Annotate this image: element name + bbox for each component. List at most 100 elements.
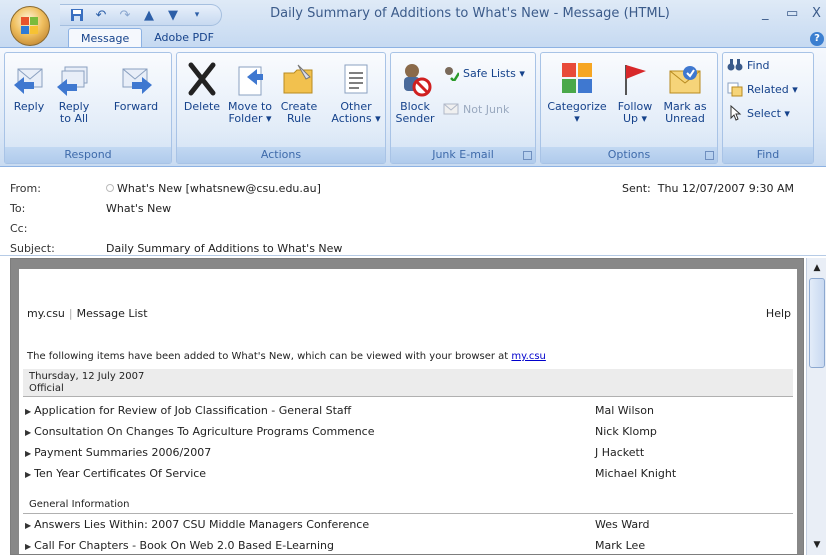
to-label: To:: [10, 202, 26, 215]
item-author: J Hackett: [595, 446, 645, 459]
forward-button[interactable]: Forward: [111, 61, 161, 113]
delete-button[interactable]: Delete: [181, 61, 223, 113]
redo-icon[interactable]: ↷: [118, 8, 132, 23]
list-item[interactable]: ▶ Application for Review of Job Classific…: [23, 400, 793, 421]
section-title-general-information: General Information: [23, 496, 793, 514]
close-button[interactable]: X: [812, 6, 821, 21]
expand-triangle-icon: ▶: [25, 542, 32, 551]
related-icon: [727, 81, 743, 97]
restore-button[interactable]: ▭: [786, 6, 798, 21]
date-bar: Thursday, 12 July 2007 Official: [23, 369, 793, 397]
expand-triangle-icon: ▶: [25, 521, 32, 530]
follow-up-button[interactable]: Follow Up ▾: [615, 61, 655, 125]
nav-message-list[interactable]: Message List: [77, 307, 148, 320]
scroll-up-arrow-icon[interactable]: ▲: [809, 260, 825, 276]
group-label-actions: Actions: [177, 147, 385, 163]
not-junk-button[interactable]: Not Junk: [443, 101, 509, 117]
intro-text: The following items have been added to W…: [27, 351, 546, 362]
help-icon[interactable]: ?: [810, 32, 824, 46]
previous-item-icon[interactable]: ▲: [142, 8, 156, 23]
reply-button[interactable]: Reply: [9, 61, 49, 113]
message-content: my.csu | Message List Help The following i…: [19, 269, 797, 554]
reply-icon: [12, 61, 46, 97]
select-button[interactable]: Select ▾: [727, 104, 790, 121]
office-button[interactable]: [10, 6, 50, 46]
expand-triangle-icon: ▶: [25, 449, 32, 458]
list-item[interactable]: ▶ Call For Chapters - Book On Web 2.0 Bas…: [23, 535, 793, 554]
scroll-thumb[interactable]: [809, 278, 825, 368]
follow-up-flag-icon: [618, 61, 652, 97]
not-junk-icon: [443, 101, 459, 117]
minimize-button[interactable]: _: [762, 6, 769, 21]
tab-message[interactable]: Message: [68, 28, 143, 49]
mark-as-unread-button[interactable]: Mark as Unread: [661, 61, 709, 125]
list-item[interactable]: ▶ Consultation On Changes To Agriculture …: [23, 421, 793, 442]
nav-my-csu[interactable]: my.csu: [27, 307, 65, 320]
move-to-folder-button[interactable]: Move to Folder ▾: [225, 61, 275, 125]
scroll-down-arrow-icon[interactable]: ▼: [809, 537, 825, 553]
other-actions-button[interactable]: Other Actions ▾: [329, 61, 383, 125]
ribbon-tabs: Message Adobe PDF: [68, 28, 226, 49]
reply-all-button[interactable]: Reply to All: [53, 61, 95, 125]
junk-email-dialog-launcher[interactable]: [523, 151, 532, 160]
group-find: Find Related ▾ Select ▾ Find: [722, 52, 814, 164]
window-title: Daily Summary of Additions to What's New…: [270, 6, 670, 21]
list-item[interactable]: ▶ Payment Summaries 2006/2007 J Hackett: [23, 442, 793, 463]
save-icon[interactable]: [70, 8, 84, 22]
group-label-options: Options: [541, 147, 717, 163]
block-sender-icon: [398, 61, 432, 97]
to-value[interactable]: What's New: [106, 202, 171, 215]
nav-help[interactable]: Help: [766, 307, 791, 320]
subject-row: Subject: Daily Summary of Additions to Wh…: [10, 242, 342, 255]
subject-value: Daily Summary of Additions to What's New: [106, 242, 343, 255]
group-respond: Reply Reply to All Forward Respond: [4, 52, 172, 164]
block-sender-button[interactable]: Block Sender: [395, 61, 435, 125]
related-button[interactable]: Related ▾: [727, 81, 798, 97]
options-dialog-launcher[interactable]: [705, 151, 714, 160]
section-title-official: Official: [29, 383, 64, 394]
list-item[interactable]: ▶ Ten Year Certificates Of Service Michael…: [23, 463, 793, 484]
official-list: ▶ Application for Review of Job Classific…: [23, 400, 793, 554]
list-item[interactable]: ▶ Answers Lies Within: 2007 CSU Middle Ma…: [23, 514, 793, 535]
create-rule-folder-icon: [282, 61, 316, 97]
move-to-folder-icon: [233, 61, 267, 97]
group-actions: Delete Move to Folder ▾ Create Rule Othe…: [176, 52, 386, 164]
date-heading: Thursday, 12 July 2007: [29, 371, 145, 382]
forward-icon: [119, 61, 153, 97]
create-rule-button[interactable]: Create Rule: [277, 61, 321, 125]
group-label-respond: Respond: [5, 147, 171, 163]
from-row: From: What's New [whatsnew@csu.edu.au]: [10, 182, 321, 195]
expand-triangle-icon: ▶: [25, 470, 32, 479]
message-body: my.csu | Message List Help The following i…: [10, 258, 804, 555]
safe-lists-button[interactable]: Safe Lists ▾: [443, 65, 525, 83]
categorize-button[interactable]: Categorize ▾: [547, 61, 607, 125]
group-label-junk-email: Junk E-mail: [391, 147, 535, 163]
group-label-find: Find: [723, 147, 813, 163]
sent-value: Thu 12/07/2007 9:30 AM: [657, 182, 795, 195]
item-author: Nick Klomp: [595, 425, 657, 438]
item-author: Mark Lee: [595, 539, 646, 552]
tab-adobe-pdf[interactable]: Adobe PDF: [142, 28, 226, 48]
subject-label: Subject:: [10, 242, 55, 255]
quick-access-toolbar: ↶ ↷ ▲ ▼ ▾: [60, 4, 222, 26]
safe-lists-icon: [443, 65, 461, 83]
categorize-icon: [560, 61, 594, 97]
next-item-icon[interactable]: ▼: [166, 8, 180, 23]
mark-unread-envelope-icon: [668, 61, 702, 97]
to-row: To: What's New: [10, 202, 171, 215]
from-label: From:: [10, 182, 41, 195]
binoculars-icon: [727, 57, 743, 73]
group-options: Categorize ▾ Follow Up ▾ Mark as Unread …: [540, 52, 718, 164]
from-value[interactable]: What's New [whatsnew@csu.edu.au]: [117, 182, 321, 195]
find-button[interactable]: Find: [727, 57, 770, 73]
intro-link-my-csu[interactable]: my.csu: [511, 351, 545, 362]
undo-icon[interactable]: ↶: [94, 8, 108, 23]
vertical-scrollbar[interactable]: ▲ ▼: [806, 258, 826, 555]
sent-label: Sent:: [622, 182, 651, 195]
title-bar: ↶ ↷ ▲ ▼ ▾ Daily Summary of Additions to …: [0, 0, 826, 49]
message-header: From: What's New [whatsnew@csu.edu.au] Se…: [0, 168, 826, 256]
presence-icon: [106, 184, 114, 192]
customize-qat-icon[interactable]: ▾: [190, 8, 204, 22]
expand-triangle-icon: ▶: [25, 428, 32, 437]
expand-triangle-icon: ▶: [25, 407, 32, 416]
